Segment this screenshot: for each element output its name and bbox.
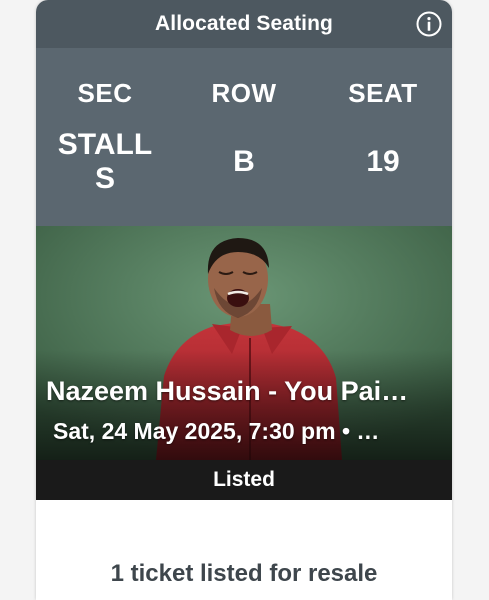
seat-value: 19 — [366, 145, 400, 178]
event-banner[interactable]: Nazeem Hussain - You Pai… Sat, 24 May 20… — [36, 226, 452, 460]
ticket-body: 1 ticket listed for resale — [36, 500, 452, 600]
resale-message: 1 ticket listed for resale — [110, 560, 378, 587]
page: Allocated Seating SEC STALLS ROW B SEAT … — [0, 0, 489, 600]
info-icon[interactable] — [416, 11, 442, 37]
header-title: Allocated Seating — [155, 12, 333, 35]
ticket-header: Allocated Seating — [36, 0, 452, 48]
ticket-card[interactable]: Allocated Seating SEC STALLS ROW B SEAT … — [36, 0, 452, 600]
section-value: STALLS — [57, 128, 153, 195]
section-label: SEC — [77, 78, 133, 108]
row-label: ROW — [211, 78, 277, 108]
status-bar: Listed — [36, 460, 452, 500]
status-label: Listed — [213, 468, 275, 491]
seat-label: SEAT — [348, 78, 418, 108]
row-value: B — [233, 145, 255, 178]
seat-details: SEC STALLS ROW B SEAT 19 — [36, 48, 452, 226]
event-date: Sat, 24 May 2025, 7:30 pm • … — [53, 418, 380, 444]
event-title: Nazeem Hussain - You Pai… — [46, 376, 409, 406]
